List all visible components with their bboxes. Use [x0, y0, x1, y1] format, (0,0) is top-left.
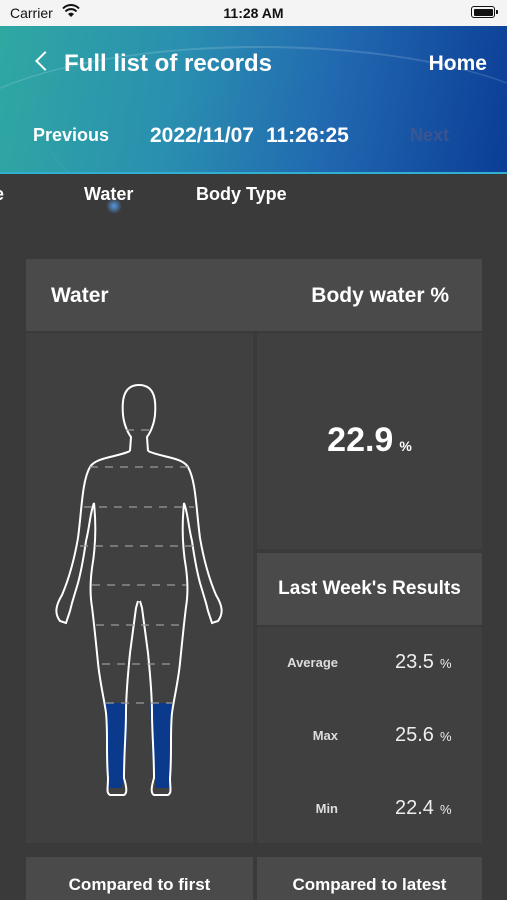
average-row: Average 23.5%	[257, 651, 482, 675]
header-decoration	[40, 26, 507, 174]
record-time: 11:26:25	[265, 124, 349, 147]
last-week-header: Last Week's Results	[257, 553, 482, 625]
current-value-unit: %	[399, 438, 412, 454]
card-title: Water	[51, 284, 109, 307]
last-week-title: Last Week's Results	[278, 578, 461, 599]
tab-bar: e Water Body Type	[0, 174, 507, 214]
min-label: Min	[315, 801, 338, 816]
compare-latest-button[interactable]: Compared to latest	[257, 857, 482, 900]
max-row: Max 25.6%	[257, 724, 482, 748]
back-button[interactable]: Full list of records	[35, 50, 273, 78]
water-level-fill	[106, 703, 172, 788]
min-number: 22.4	[395, 797, 434, 819]
max-value: 25.6%	[395, 724, 452, 747]
min-value: 22.4%	[395, 797, 452, 820]
max-number: 25.6	[395, 724, 434, 746]
body-figure-icon	[55, 384, 223, 796]
next-button[interactable]: Next	[410, 125, 449, 146]
tab-body-type[interactable]: Body Type	[196, 184, 287, 205]
average-label: Average	[287, 655, 338, 670]
tab-water[interactable]: Water	[84, 184, 133, 214]
average-value: 23.5%	[395, 651, 452, 674]
status-time: 11:28 AM	[223, 5, 284, 21]
average-number: 23.5	[395, 651, 434, 673]
current-value: 22.9%	[257, 421, 482, 460]
body-figure-panel	[26, 333, 253, 843]
tab-previous[interactable]: e	[0, 184, 4, 205]
max-unit: %	[439, 729, 452, 744]
average-unit: %	[439, 656, 452, 671]
compare-first-button[interactable]: Compared to first	[26, 857, 253, 900]
current-value-number: 22.9	[327, 421, 394, 459]
page-title: Full list of records	[64, 50, 273, 77]
status-bar: Carrier 11:28 AM	[0, 0, 507, 26]
min-row: Min 22.4%	[257, 797, 482, 821]
header: Full list of records Home Previous 2022/…	[0, 26, 507, 174]
last-week-results: Average 23.5% Max 25.6% Min 22.4%	[257, 627, 482, 843]
compare-first-label: Compared to first	[68, 875, 211, 894]
previous-button[interactable]: Previous	[33, 125, 109, 146]
card-metric: Body water %	[311, 284, 449, 307]
chevron-left-icon	[35, 51, 55, 71]
home-button[interactable]: Home	[429, 52, 487, 76]
active-tab-indicator	[106, 198, 122, 214]
max-label: Max	[312, 728, 338, 743]
card-header: Water Body water %	[26, 259, 482, 331]
min-unit: %	[439, 802, 452, 817]
compare-latest-label: Compared to latest	[292, 875, 447, 894]
record-date: 2022/11/07	[150, 124, 254, 147]
current-value-panel: 22.9%	[257, 333, 482, 549]
battery-icon	[471, 6, 498, 18]
record-timestamp: 2022/11/07 11:26:25	[150, 124, 349, 148]
